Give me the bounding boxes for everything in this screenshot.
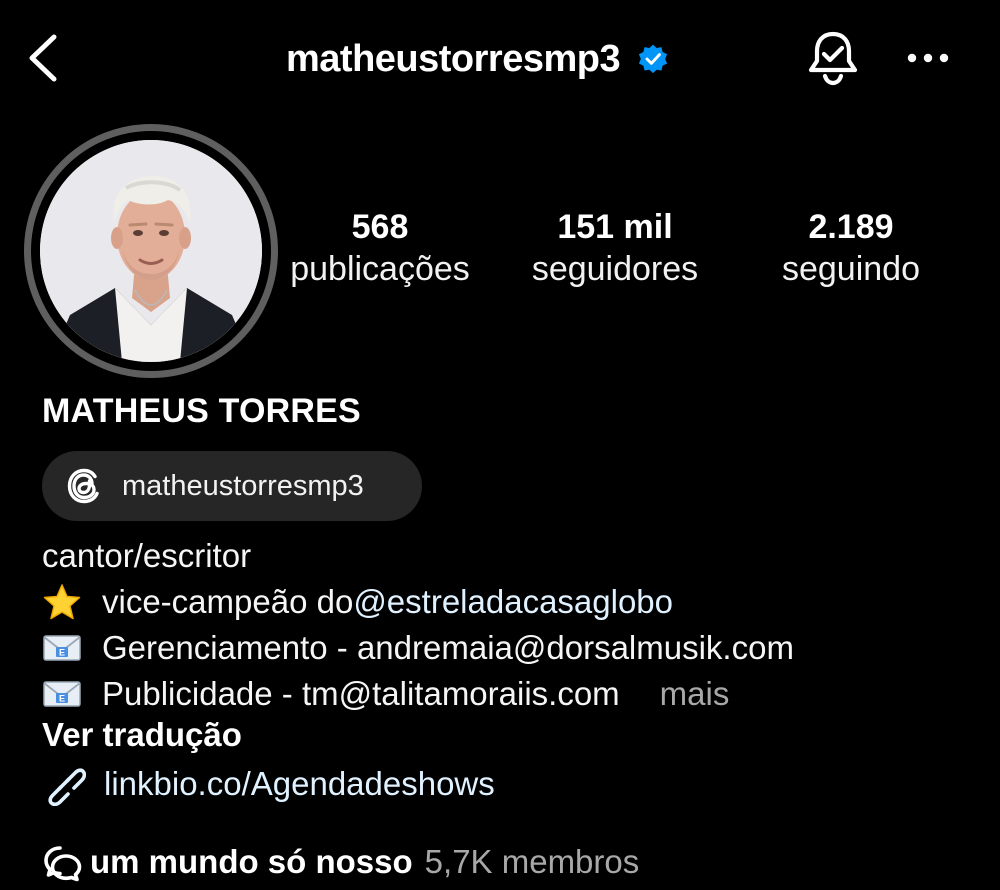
following-value: 2.189: [808, 208, 894, 246]
broadcast-channel[interactable]: um mundo só nosso 5,7K membros: [42, 842, 639, 882]
posts-count[interactable]: 568 publicações: [280, 207, 480, 291]
posts-label: publicações: [290, 250, 470, 288]
bio-text: Publicidade - tm@talitamoraiis.com: [102, 675, 620, 712]
bio-line: cantor/escritor: [42, 537, 252, 574]
profile-title: matheustorresmp3: [286, 34, 670, 84]
link-text: linkbio.co/Agendadeshows: [104, 765, 495, 802]
threads-handle: matheustorresmp3: [122, 469, 364, 502]
username-title: matheustorresmp3: [286, 37, 621, 80]
profile-bio: cantor/escritor vice-campeão do @estrela…: [42, 533, 794, 717]
svg-text:E: E: [59, 694, 65, 704]
bell-check-icon: [808, 31, 858, 86]
back-button[interactable]: [18, 30, 68, 86]
following-label: seguindo: [781, 250, 920, 288]
avatar-photo: [40, 140, 262, 362]
envelope-emoji-icon: E: [42, 674, 92, 714]
bio-text: vice-campeão do: [102, 583, 354, 620]
verified-badge-icon: [636, 42, 670, 76]
broadcast-channel-icon: [44, 846, 82, 882]
bio-line: vice-campeão do @estreladacasaglobo: [42, 579, 794, 625]
bio-more-link[interactable]: mais: [660, 671, 730, 717]
followers-count[interactable]: 151 mil seguidores: [520, 207, 710, 291]
chevron-left-icon: [29, 34, 57, 82]
followers-value: 151 mil: [557, 208, 673, 246]
profile-full-name: MATHEUS TORRES: [42, 392, 361, 430]
more-horizontal-icon: [907, 53, 949, 63]
svg-text:E: E: [59, 648, 65, 658]
channel-name: um mundo só nosso: [90, 843, 413, 880]
top-bar: matheustorresmp3: [0, 0, 1000, 120]
threads-icon: [67, 468, 99, 504]
bio-line: E Gerenciamento - andremaia@dorsalmusik.…: [42, 625, 794, 671]
notifications-button[interactable]: [800, 26, 866, 90]
more-options-button[interactable]: [900, 36, 956, 80]
threads-badge-button[interactable]: matheustorresmp3: [42, 451, 422, 521]
bio-text: Gerenciamento - andremaia@dorsalmusik.co…: [102, 629, 794, 666]
external-link[interactable]: linkbio.co/Agendadeshows: [42, 762, 495, 806]
profile-avatar[interactable]: [24, 124, 278, 378]
followers-label: seguidores: [531, 250, 699, 288]
following-count[interactable]: 2.189 seguindo: [770, 207, 932, 291]
channel-member-count: 5,7K membros: [424, 843, 640, 880]
posts-value: 568: [351, 208, 409, 246]
mention-link[interactable]: @estreladacasaglobo: [353, 579, 673, 625]
see-translation-link[interactable]: Ver tradução: [42, 716, 242, 754]
bio-line: E Publicidade - tm@talitamoraiis.com mai…: [42, 671, 794, 717]
star-emoji-icon: [42, 582, 92, 622]
link-icon: [48, 768, 86, 806]
envelope-emoji-icon: E: [42, 628, 92, 668]
